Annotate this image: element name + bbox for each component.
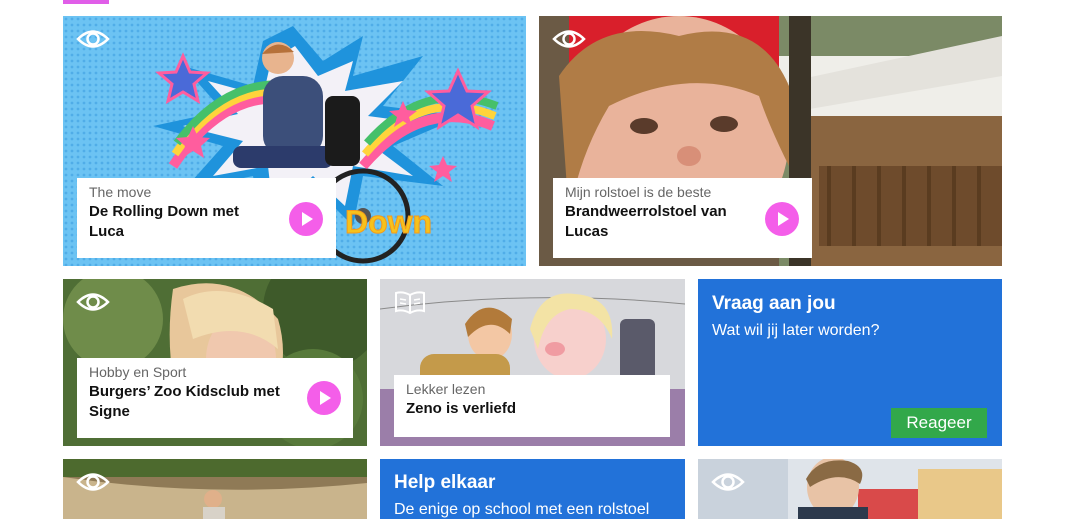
eye-icon — [552, 30, 586, 48]
book-icon — [395, 291, 425, 315]
card-rolling-down[interactable]: Down The move De Rolling Down met Luca — [63, 16, 526, 266]
play-icon[interactable] — [307, 381, 341, 415]
card-label: Mijn rolstoel is de beste Brandweerrolst… — [553, 178, 812, 258]
card-category: The move — [89, 184, 152, 200]
eye-icon — [711, 473, 745, 491]
card-shop[interactable] — [698, 459, 1002, 519]
card-title[interactable]: Burgers’ Zoo Kidsclub met Signe — [89, 382, 294, 422]
eye-icon — [76, 30, 110, 48]
play-icon[interactable] — [289, 202, 323, 236]
thumbnail-down-text: Down — [345, 204, 432, 240]
card-title[interactable]: Brandweerrolstoel van Lucas — [565, 202, 745, 242]
card-label: Hobby en Sport Burgers’ Zoo Kidsclub met… — [77, 358, 353, 438]
card-category: Lekker lezen — [406, 381, 486, 397]
card-playground[interactable] — [63, 459, 367, 519]
card-zeno[interactable]: Lekker lezen Zeno is verliefd — [380, 279, 685, 446]
play-icon[interactable] — [765, 202, 799, 236]
help-card[interactable]: Help elkaar De enige op school met een r… — [380, 459, 685, 519]
card-label: Lekker lezen Zeno is verliefd — [394, 375, 670, 437]
card-label: The move De Rolling Down met Luca — [77, 178, 336, 258]
reageer-button[interactable]: Reageer — [891, 408, 987, 438]
card-title[interactable]: Zeno is verliefd — [406, 399, 658, 419]
accent-line — [63, 0, 109, 4]
eye-icon — [76, 293, 110, 311]
card-brandweerrolstoel[interactable]: Mijn rolstoel is de beste Brandweerrolst… — [539, 16, 1002, 266]
question-title: Vraag aan jou — [712, 293, 836, 314]
card-burgers-zoo[interactable]: Hobby en Sport Burgers’ Zoo Kidsclub met… — [63, 279, 367, 446]
eye-icon — [76, 473, 110, 491]
card-category: Hobby en Sport — [89, 364, 187, 380]
card-category: Mijn rolstoel is de beste — [565, 184, 712, 200]
card-title[interactable]: De Rolling Down met Luca — [89, 202, 259, 242]
help-title: Help elkaar — [394, 472, 496, 493]
question-card: Vraag aan jou Wat wil jij later worden? … — [698, 279, 1002, 446]
help-subtitle: De enige op school met een rolstoel — [394, 501, 650, 518]
question-subtitle: Wat wil jij later worden? — [712, 322, 880, 339]
